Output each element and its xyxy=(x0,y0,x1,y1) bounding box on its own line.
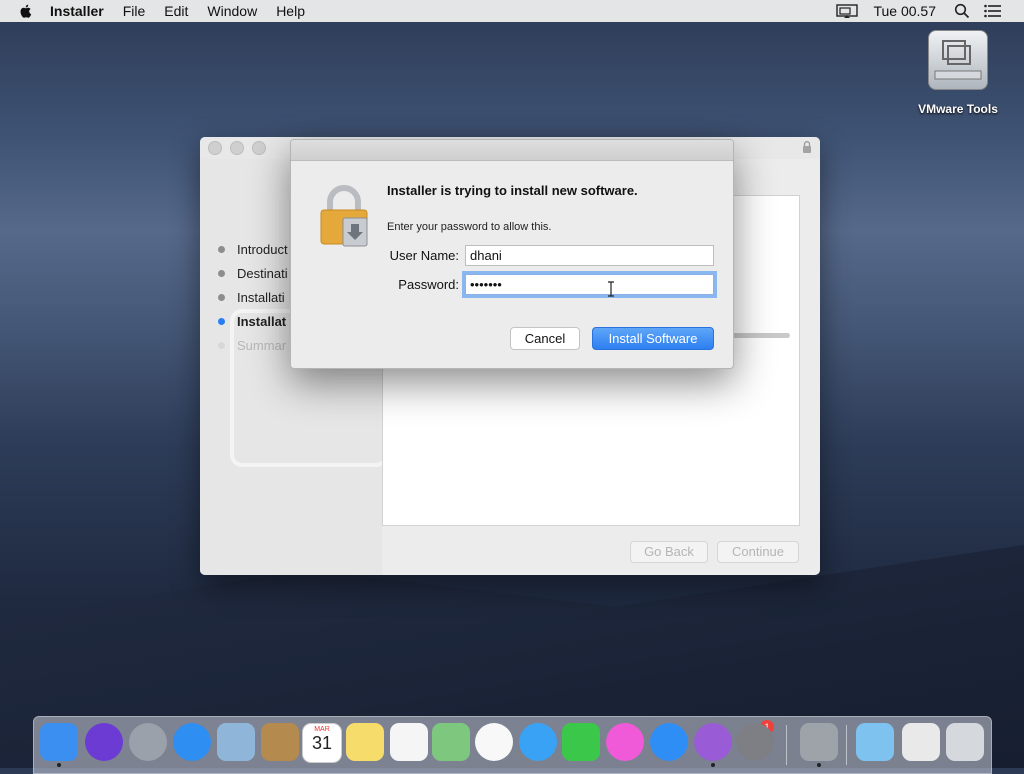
disk-image-icon xyxy=(928,30,988,90)
facetime-icon[interactable] xyxy=(562,723,600,761)
step-label: Installat xyxy=(237,313,287,329)
username-field[interactable] xyxy=(465,245,714,266)
calendar-icon[interactable]: MAR 31 xyxy=(302,723,342,763)
go-back-button[interactable]: Go Back xyxy=(630,541,708,563)
menu-clock[interactable]: Tue 00.57 xyxy=(873,3,936,19)
calendar-day: 31 xyxy=(311,733,333,753)
menu-window[interactable]: Window xyxy=(207,3,257,19)
minimize-button[interactable] xyxy=(230,141,244,155)
dialog-headline: Installer is trying to install new softw… xyxy=(387,183,638,198)
launchpad-icon[interactable] xyxy=(129,723,167,761)
app-store-icon[interactable] xyxy=(650,723,688,761)
step-bullet xyxy=(218,245,225,253)
preview-icon[interactable] xyxy=(902,723,940,761)
spotlight-search-icon[interactable] xyxy=(954,3,970,19)
notes-icon[interactable] xyxy=(346,723,384,761)
step-bullet xyxy=(218,293,225,301)
padlock-installer-icon xyxy=(320,185,368,247)
reminders-icon[interactable] xyxy=(390,723,428,761)
apple-menu-icon[interactable] xyxy=(18,3,34,19)
dock-separator xyxy=(786,725,787,765)
dock: 1 MAR31 xyxy=(33,716,992,774)
installer-steps: Introduct Destinati Installati Installat… xyxy=(218,237,288,357)
step-summary: Summar xyxy=(218,333,288,357)
step-bullet-active xyxy=(218,317,225,325)
running-indicator xyxy=(57,763,61,767)
auth-dialog: Installer is trying to install new softw… xyxy=(290,139,734,369)
trash-icon[interactable] xyxy=(946,723,984,761)
step-bullet xyxy=(218,341,225,349)
maps-icon[interactable] xyxy=(432,723,470,761)
dock-separator xyxy=(846,725,847,765)
menu-help[interactable]: Help xyxy=(276,3,305,19)
zoom-button[interactable] xyxy=(252,141,266,155)
menu-edit[interactable]: Edit xyxy=(164,3,188,19)
close-button[interactable] xyxy=(208,141,222,155)
step-bullet xyxy=(218,269,225,277)
running-indicator xyxy=(817,763,821,767)
siri-icon[interactable] xyxy=(85,723,123,761)
lock-icon xyxy=(803,141,811,153)
dialog-titlebar[interactable] xyxy=(291,140,733,161)
running-indicator xyxy=(711,763,715,767)
airplay-display-icon[interactable] xyxy=(835,3,859,19)
cancel-button[interactable]: Cancel xyxy=(510,327,580,350)
password-label: Password: xyxy=(398,277,459,292)
menu-file[interactable]: File xyxy=(123,3,146,19)
finder-icon[interactable] xyxy=(40,723,78,761)
desktop-vmware-tools[interactable]: VMware Tools xyxy=(912,30,1004,116)
password-field[interactable] xyxy=(465,274,714,295)
messages-icon[interactable] xyxy=(519,723,557,761)
step-label: Destinati xyxy=(237,265,288,281)
notification-center-icon[interactable] xyxy=(984,4,1002,18)
system-preferences-icon[interactable] xyxy=(736,723,774,761)
downloads-folder-icon[interactable] xyxy=(856,723,894,761)
desktop-icon-label: VMware Tools xyxy=(918,102,998,116)
step-label: Introduct xyxy=(237,241,288,257)
step-label: Installati xyxy=(237,289,285,305)
install-software-button[interactable]: Install Software xyxy=(592,327,714,350)
menu-bar: Installer File Edit Window Help Tue 00.5… xyxy=(0,0,1024,22)
contacts-icon[interactable] xyxy=(261,723,299,761)
text-cursor-icon xyxy=(608,281,614,297)
step-introduction: Introduct xyxy=(218,237,288,261)
continue-button[interactable]: Continue xyxy=(717,541,799,563)
photos-icon[interactable] xyxy=(475,723,513,761)
step-label: Summar xyxy=(237,337,287,353)
step-installation: Installat xyxy=(218,309,288,333)
menu-app-name[interactable]: Installer xyxy=(50,3,104,19)
dialog-subtext: Enter your password to allow this. xyxy=(387,221,552,233)
calendar-month: MAR xyxy=(314,726,330,733)
safari-icon[interactable] xyxy=(173,723,211,761)
username-label: User Name: xyxy=(389,248,459,263)
itunes-icon[interactable] xyxy=(606,723,644,761)
installer-icon[interactable] xyxy=(800,723,838,761)
mail-icon[interactable] xyxy=(217,723,255,761)
step-destination: Destinati xyxy=(218,261,288,285)
step-installation-type: Installati xyxy=(218,285,288,309)
progress-bar xyxy=(732,333,790,338)
feedback-icon[interactable] xyxy=(694,723,732,761)
